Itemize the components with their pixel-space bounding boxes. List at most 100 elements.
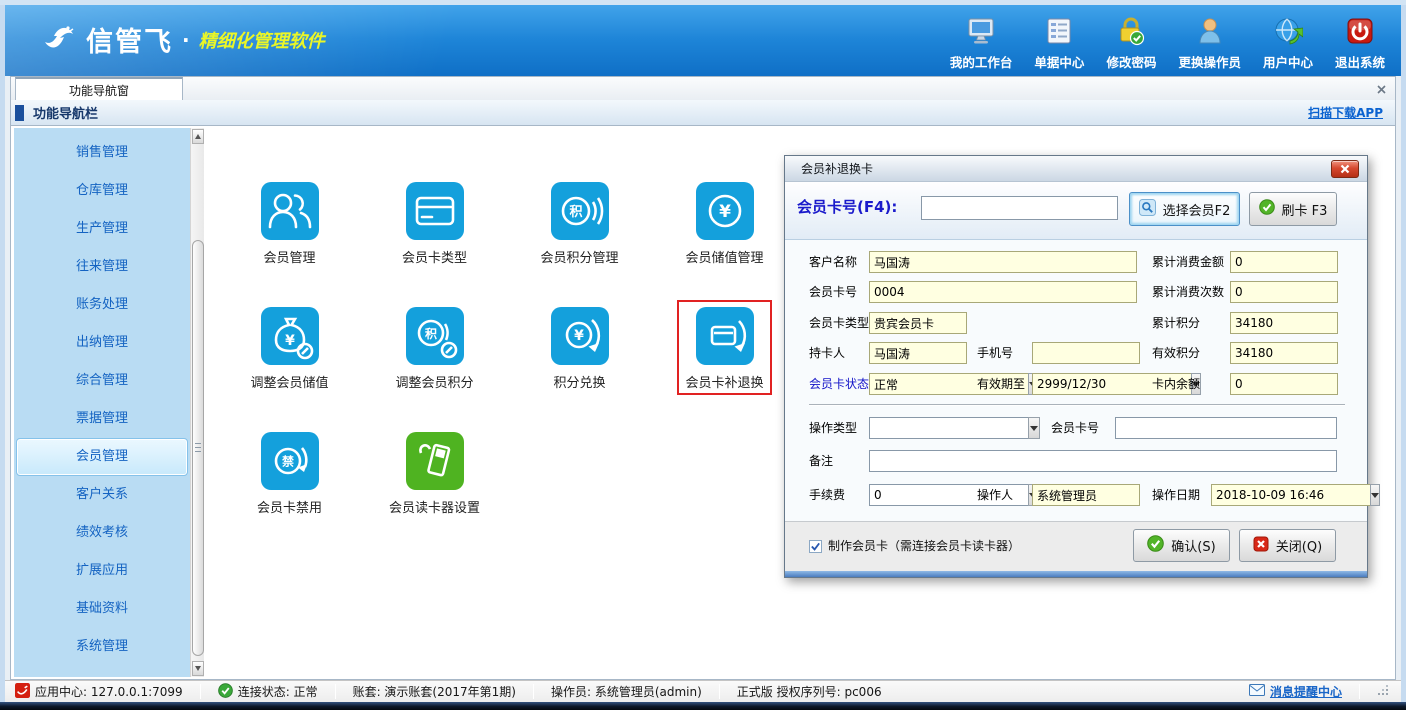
status-message-center[interactable]: 消息提醒中心 bbox=[1249, 683, 1342, 700]
operator-field[interactable] bbox=[1032, 484, 1140, 506]
tab-function-navigator[interactable]: 功能导航窗 bbox=[15, 77, 183, 101]
toolbar-user-center[interactable]: 用户中心 bbox=[1263, 16, 1313, 71]
tile-member-stored-value-management[interactable]: ¥ 会员储值管理 bbox=[652, 170, 797, 295]
dropdown-arrow-icon[interactable] bbox=[1370, 484, 1380, 506]
confirm-button[interactable]: 确认(S) bbox=[1133, 529, 1230, 562]
points-edit-icon: 积 bbox=[406, 307, 464, 365]
toolbar-my-workstation[interactable]: 我的工作台 bbox=[950, 16, 1013, 71]
customer-name-field[interactable] bbox=[869, 251, 1137, 273]
status-connection: 连接状态: 正常 bbox=[218, 683, 318, 701]
sidebar-item-warehouse[interactable]: 仓库管理 bbox=[14, 172, 190, 210]
operator-text: 操作员: 系统管理员(admin) bbox=[551, 683, 702, 700]
tile-adjust-member-stored-value[interactable]: ¥ 调整会员储值 bbox=[217, 295, 362, 420]
sidebar-item-basic-data[interactable]: 基础资料 bbox=[14, 590, 190, 628]
tab-close-icon[interactable] bbox=[1374, 82, 1388, 96]
toolbar-label: 我的工作台 bbox=[950, 52, 1013, 71]
phone-field[interactable] bbox=[1032, 342, 1140, 364]
sidebar-item-transactions[interactable]: 往来管理 bbox=[14, 248, 190, 286]
card-no-field[interactable] bbox=[869, 281, 1137, 303]
tile-member-card-reader-settings[interactable]: 会员读卡器设置 bbox=[362, 420, 507, 545]
window-frame-right bbox=[1401, 5, 1406, 702]
toolbar-change-password[interactable]: 修改密码 bbox=[1106, 16, 1156, 71]
account-set-text: 账套: 演示账套(2017年第1期) bbox=[353, 683, 516, 700]
total-spend-amount-field[interactable] bbox=[1230, 251, 1338, 273]
status-divider bbox=[719, 684, 720, 699]
holder-field[interactable] bbox=[869, 342, 967, 364]
tile-points-exchange[interactable]: ¥ 积分兑换 bbox=[507, 295, 652, 420]
scroll-up-icon[interactable] bbox=[192, 129, 204, 144]
money-bag-edit-icon: ¥ bbox=[261, 307, 319, 365]
sidebar-item-comprehensive[interactable]: 综合管理 bbox=[14, 362, 190, 400]
sidebar-scrollbar[interactable] bbox=[190, 128, 204, 677]
nav-title: 功能导航栏 bbox=[33, 103, 98, 122]
tile-label: 会员卡补退换 bbox=[685, 372, 763, 391]
window-frame-bottom bbox=[0, 702, 1406, 710]
toolbar-exit-system[interactable]: 退出系统 bbox=[1335, 16, 1385, 71]
card-status-combo[interactable] bbox=[869, 373, 967, 395]
nav-marker bbox=[15, 105, 24, 121]
operation-type-field[interactable] bbox=[869, 417, 1028, 439]
operation-type-combo[interactable] bbox=[869, 417, 1040, 439]
tile-label: 调整会员储值 bbox=[250, 372, 328, 391]
dialog-title-bar[interactable]: 会员补退换卡 bbox=[785, 156, 1367, 182]
sidebar-item-sales[interactable]: 销售管理 bbox=[14, 134, 190, 172]
select-member-button[interactable]: 选择会员F2 bbox=[1129, 192, 1240, 226]
tile-adjust-member-points[interactable]: 积 调整会员积分 bbox=[362, 295, 507, 420]
sidebar-item-system[interactable]: 系统管理 bbox=[14, 628, 190, 666]
sidebar-item-cashier[interactable]: 出纳管理 bbox=[14, 324, 190, 362]
resize-grip-icon[interactable] bbox=[1377, 684, 1389, 699]
total-spend-count-field[interactable] bbox=[1230, 281, 1338, 303]
toolbar-label: 退出系统 bbox=[1335, 52, 1385, 71]
tile-member-card-disable[interactable]: 禁 会员卡禁用 bbox=[217, 420, 362, 545]
fee-combo[interactable] bbox=[869, 484, 967, 506]
operation-date-combo[interactable] bbox=[1211, 484, 1338, 506]
card-number-f4-label: 会员卡号(F4): bbox=[797, 194, 897, 220]
sidebar-item-extensions[interactable]: 扩展应用 bbox=[14, 552, 190, 590]
card-balance-field[interactable] bbox=[1230, 373, 1338, 395]
logo-separator: · bbox=[182, 28, 190, 52]
sidebar-item-invoices[interactable]: 票据管理 bbox=[14, 400, 190, 438]
sidebar-item-customer-relations[interactable]: 客户关系 bbox=[14, 476, 190, 514]
tile-label: 会员读卡器设置 bbox=[389, 497, 480, 516]
tile-label: 调整会员积分 bbox=[395, 372, 473, 391]
sidebar-item-membership[interactable]: 会员管理 bbox=[16, 438, 188, 476]
dialog-close-icon[interactable] bbox=[1331, 160, 1359, 178]
connection-text: 连接状态: 正常 bbox=[238, 683, 318, 700]
toolbar-label: 单据中心 bbox=[1034, 52, 1084, 71]
tile-member-card-type[interactable]: 会员卡类型 bbox=[362, 170, 507, 295]
connection-ok-icon bbox=[218, 683, 233, 701]
tile-member-card-replace[interactable]: 会员卡补退换 bbox=[652, 295, 797, 420]
valid-until-combo[interactable] bbox=[1032, 373, 1140, 395]
members-icon bbox=[261, 182, 319, 240]
member-card-replace-dialog: 会员补退换卡 会员卡号(F4): 选择会员F2 刷卡 F3 客户名称 累计消费金… bbox=[784, 155, 1368, 578]
dropdown-arrow-icon[interactable] bbox=[1028, 417, 1040, 439]
dialog-close-button[interactable]: 关闭(Q) bbox=[1239, 529, 1336, 562]
total-points-field[interactable] bbox=[1230, 312, 1338, 334]
toolbar-switch-operator[interactable]: 更换操作员 bbox=[1178, 16, 1241, 71]
dialog-bottom-border bbox=[785, 571, 1367, 577]
card-type-field[interactable] bbox=[869, 312, 967, 334]
status-divider bbox=[335, 684, 336, 699]
dialog-title: 会员补退换卡 bbox=[801, 160, 873, 177]
scan-download-app-link[interactable]: 扫描下载APP bbox=[1308, 104, 1383, 121]
sidebar-item-performance[interactable]: 绩效考核 bbox=[14, 514, 190, 552]
sidebar-item-production[interactable]: 生产管理 bbox=[14, 210, 190, 248]
sidebar-item-accounting[interactable]: 账务处理 bbox=[14, 286, 190, 324]
tile-member-points-management[interactable]: 积 会员积分管理 bbox=[507, 170, 652, 295]
confirm-label: 确认(S) bbox=[1171, 536, 1215, 555]
card-number-query-input[interactable] bbox=[921, 196, 1118, 220]
status-account-set: 账套: 演示账套(2017年第1期) bbox=[353, 683, 516, 700]
message-center-link[interactable]: 消息提醒中心 bbox=[1270, 683, 1342, 700]
swipe-card-button[interactable]: 刷卡 F3 bbox=[1249, 192, 1337, 226]
new-card-no-field[interactable] bbox=[1115, 417, 1337, 439]
yen-refresh-icon: ¥ bbox=[551, 307, 609, 365]
remark-field[interactable] bbox=[869, 450, 1337, 472]
status-app-center: 应用中心: 127.0.0.1:7099 bbox=[15, 683, 183, 701]
make-card-checkbox[interactable] bbox=[809, 540, 822, 553]
scroll-down-icon[interactable] bbox=[192, 661, 204, 676]
tile-member-management[interactable]: 会员管理 bbox=[217, 170, 362, 295]
valid-points-field[interactable] bbox=[1230, 342, 1338, 364]
toolbar-document-center[interactable]: 单据中心 bbox=[1034, 16, 1084, 71]
scrollbar-thumb[interactable] bbox=[192, 240, 204, 656]
operation-date-field[interactable] bbox=[1211, 484, 1370, 506]
